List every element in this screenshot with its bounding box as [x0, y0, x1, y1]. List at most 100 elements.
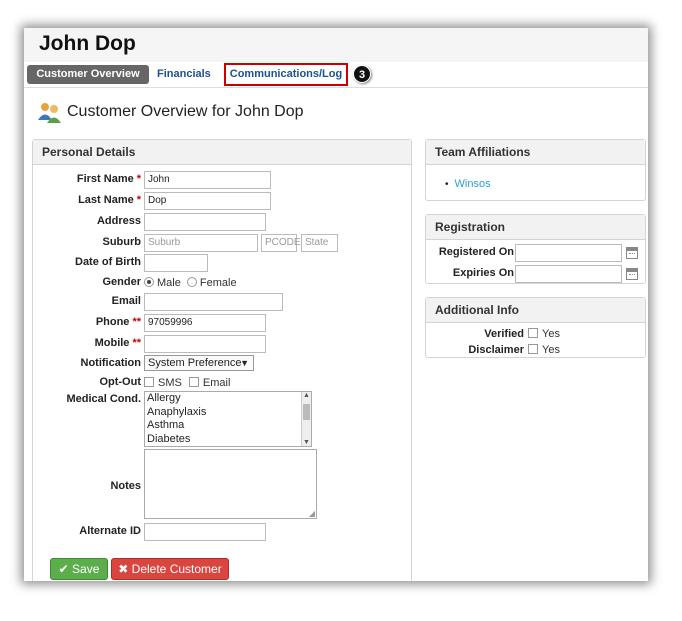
required-star: *: [136, 173, 141, 185]
notification-select[interactable]: System Preference ▼: [144, 355, 254, 371]
registered-on-input[interactable]: [515, 244, 622, 262]
first-name-label: First Name: [76, 173, 134, 185]
phone-input[interactable]: 97059996: [144, 314, 266, 332]
notes-row: Notes ◢: [33, 449, 411, 519]
medical-label: Medical Cond.: [66, 393, 141, 405]
list-item[interactable]: Allergy: [145, 392, 311, 406]
x-icon: ✖: [118, 562, 129, 576]
list-scrollbar[interactable]: ▲ ▼: [301, 392, 311, 446]
address-row: Address: [33, 213, 411, 231]
tab-bar: Customer Overview Financials Communicati…: [24, 62, 648, 88]
resize-handle-icon[interactable]: ◢: [309, 509, 315, 518]
phone-row: Phone ** 97059996: [33, 314, 411, 332]
first-name-row: First Name * John: [33, 171, 411, 189]
registration-title: Registration: [426, 215, 645, 240]
notification-label: Notification: [80, 357, 142, 369]
expiries-on-label: Expiries On: [452, 267, 514, 279]
chevron-up-icon: ▲: [303, 392, 310, 399]
notes-label: Notes: [110, 480, 141, 492]
notification-row: Notification System Preference ▼: [33, 355, 411, 373]
step-badge: 3: [353, 65, 371, 83]
suburb-row: Suburb Suburb PCODE State: [33, 234, 411, 252]
first-name-input[interactable]: John: [144, 171, 271, 189]
gender-label: Gender: [102, 276, 141, 288]
additional-info-panel: Additional Info Verified Yes Disclaimer …: [425, 297, 646, 358]
dob-input[interactable]: [144, 254, 208, 272]
optout-email-label: Email: [202, 377, 231, 389]
list-item[interactable]: Anaphylaxis: [145, 406, 311, 420]
notification-value: System Preference: [148, 357, 242, 369]
list-item[interactable]: Asthma: [145, 419, 311, 433]
medical-row: Medical Cond. Allergy Anaphylaxis Asthma…: [33, 391, 411, 447]
alternate-id-label: Alternate ID: [79, 525, 141, 537]
delete-customer-button[interactable]: ✖ Delete Customer: [111, 558, 229, 580]
verified-checkbox[interactable]: [528, 328, 538, 338]
email-input[interactable]: [144, 293, 283, 311]
state-input[interactable]: State: [301, 234, 338, 252]
email-label: Email: [111, 295, 141, 307]
gender-male-label: Male: [157, 277, 181, 289]
verified-yes-label: Yes: [542, 328, 560, 340]
alternate-id-row: Alternate ID: [33, 523, 411, 541]
gender-row: Gender Male Female: [33, 274, 411, 292]
disclaimer-label: Disclaimer: [468, 344, 524, 356]
required-double-star: **: [132, 316, 141, 328]
registration-panel: Registration Registered On Expiries On: [425, 214, 646, 284]
registered-on-label: Registered On: [438, 246, 514, 258]
suburb-label: Suburb: [102, 236, 142, 248]
phone-label: Phone: [95, 316, 130, 328]
verified-label: Verified: [484, 328, 524, 340]
optout-label: Opt-Out: [99, 376, 141, 388]
postcode-input[interactable]: PCODE: [261, 234, 301, 252]
gender-male-radio[interactable]: [144, 277, 154, 287]
page-heading: Customer Overview for John Dop: [36, 99, 304, 125]
calendar-icon[interactable]: [626, 247, 638, 259]
team-link-winsos[interactable]: Winsos: [455, 178, 491, 190]
additional-info-title: Additional Info: [426, 298, 645, 323]
app-frame: John Dop Customer Overview Financials Co…: [24, 28, 648, 581]
email-row: Email: [33, 293, 411, 311]
last-name-input[interactable]: Dop: [144, 192, 271, 210]
list-item[interactable]: Diabetes: [145, 433, 311, 447]
save-button-label: Save: [72, 562, 100, 576]
save-button[interactable]: ✔ Save: [50, 558, 108, 580]
optout-email-checkbox[interactable]: [188, 377, 199, 387]
required-star: *: [136, 194, 141, 206]
gender-female-radio[interactable]: [186, 277, 197, 287]
address-input[interactable]: [144, 213, 266, 231]
mobile-label: Mobile: [94, 337, 130, 349]
bullet-icon: •: [445, 179, 449, 190]
suburb-input[interactable]: Suburb: [144, 234, 258, 252]
optout-sms-label: SMS: [158, 377, 182, 389]
mobile-input[interactable]: [144, 335, 266, 353]
mobile-row: Mobile **: [33, 335, 411, 353]
last-name-label: Last Name: [78, 194, 134, 206]
required-double-star: **: [132, 337, 141, 349]
tab-customer-overview[interactable]: Customer Overview: [27, 65, 149, 84]
last-name-row: Last Name * Dop: [33, 192, 411, 210]
chevron-down-icon: ▼: [240, 358, 249, 368]
calendar-icon[interactable]: [626, 268, 638, 280]
disclaimer-yes-label: Yes: [542, 344, 560, 356]
customer-name-title: John Dop: [39, 32, 136, 55]
notes-textarea[interactable]: ◢: [144, 449, 317, 519]
personal-details-panel: Personal Details First Name * John Last N…: [32, 139, 412, 581]
tab-communications-log[interactable]: Communications/Log: [224, 63, 348, 86]
optout-row: Opt-Out SMS Email: [33, 374, 411, 392]
scroll-thumb[interactable]: [303, 404, 310, 420]
tab-financials[interactable]: Financials: [157, 65, 211, 84]
checkmark-icon: ✔: [58, 562, 69, 576]
expiries-on-input[interactable]: [515, 265, 622, 283]
page-title: Customer Overview for John Dop: [67, 103, 304, 120]
alternate-id-input[interactable]: [144, 523, 266, 541]
gender-female-label: Female: [199, 277, 237, 289]
people-icon: [38, 103, 61, 123]
optout-sms-checkbox[interactable]: [144, 377, 154, 387]
dob-row: Date of Birth: [33, 254, 411, 272]
chevron-down-icon: ▼: [303, 439, 310, 446]
title-bar: John Dop: [24, 28, 648, 62]
dob-label: Date of Birth: [75, 256, 141, 268]
medical-conditions-list[interactable]: Allergy Anaphylaxis Asthma Diabetes ▲ ▼: [144, 391, 312, 447]
address-label: Address: [96, 215, 141, 227]
disclaimer-checkbox[interactable]: [528, 344, 538, 354]
